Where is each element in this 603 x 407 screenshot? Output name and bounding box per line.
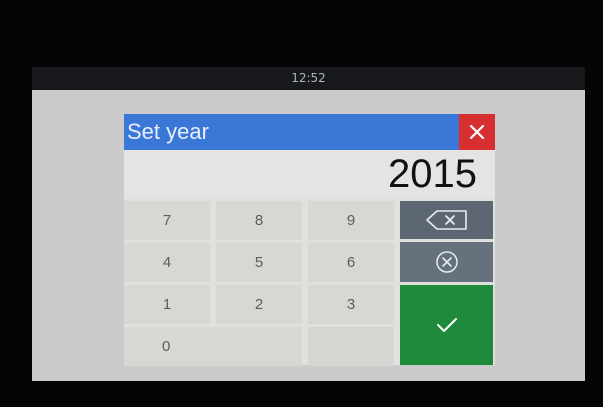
keypad-blank bbox=[308, 327, 394, 366]
key-1[interactable]: 1 bbox=[124, 285, 210, 324]
status-bar: 12:52 bbox=[32, 67, 585, 90]
value-display: 2015 bbox=[124, 150, 495, 198]
key-8[interactable]: 8 bbox=[216, 201, 302, 240]
backspace-icon bbox=[425, 210, 467, 230]
close-button[interactable] bbox=[459, 114, 495, 150]
key-5[interactable]: 5 bbox=[216, 243, 302, 282]
key-9[interactable]: 9 bbox=[308, 201, 394, 240]
backspace-button[interactable] bbox=[400, 201, 493, 239]
key-4[interactable]: 4 bbox=[124, 243, 210, 282]
key-2[interactable]: 2 bbox=[216, 285, 302, 324]
clear-button[interactable] bbox=[400, 242, 493, 282]
dialog-title: Set year bbox=[124, 114, 459, 150]
key-6[interactable]: 6 bbox=[308, 243, 394, 282]
key-0[interactable]: 0 bbox=[124, 327, 302, 366]
key-7[interactable]: 7 bbox=[124, 201, 210, 240]
device-screen: 12:52 Set year 2015 7 8 9 4 5 6 1 2 3 0 bbox=[32, 67, 585, 381]
key-3[interactable]: 3 bbox=[308, 285, 394, 324]
number-keypad: 7 8 9 4 5 6 1 2 3 0 bbox=[124, 201, 394, 366]
clear-circle-icon bbox=[435, 251, 458, 273]
set-year-dialog: Set year 2015 7 8 9 4 5 6 1 2 3 0 bbox=[124, 114, 495, 366]
year-value: 2015 bbox=[388, 152, 477, 196]
close-icon bbox=[469, 124, 485, 140]
status-time: 12:52 bbox=[291, 71, 326, 85]
confirm-button[interactable] bbox=[400, 285, 493, 365]
checkmark-icon bbox=[436, 318, 457, 332]
